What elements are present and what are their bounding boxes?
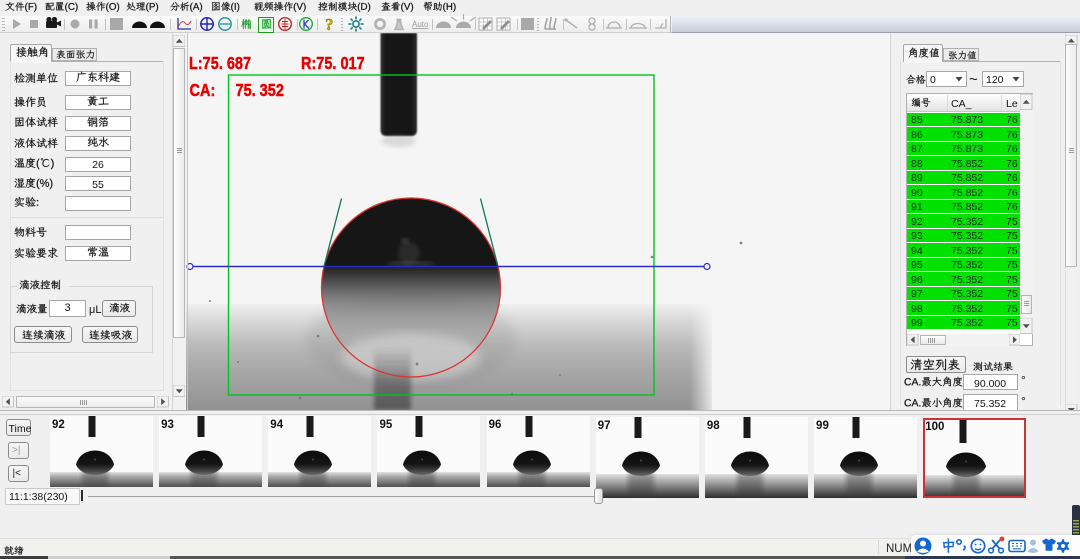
svg-text:Auto: Auto [412,20,429,29]
svg-text:?: ? [325,15,334,33]
